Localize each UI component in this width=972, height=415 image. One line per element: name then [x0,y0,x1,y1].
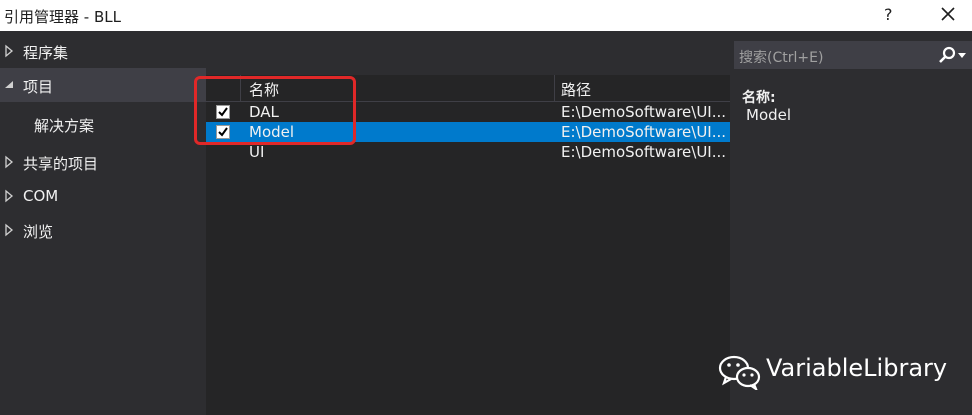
sidebar-item-label: 程序集 [23,44,69,62]
expand-arrow-icon [5,44,14,58]
reference-path: E:\DemoSoftware\UI... [561,103,727,121]
help-button[interactable]: ? [884,5,893,24]
title-bar: 引用管理器 - BLL ? [0,0,972,31]
watermark-text: VariableLibrary [766,354,948,382]
column-divider[interactable] [554,75,555,101]
search-input[interactable]: 搜索(Ctrl+E) [739,47,823,67]
search-icon[interactable] [937,45,957,65]
sidebar-item-com[interactable]: COM [0,179,206,213]
watermark: VariableLibrary [718,352,958,392]
sidebar-item-label: 浏览 [23,223,54,241]
sidebar-item-label: 解决方案 [34,117,95,135]
collapse-arrow-icon [5,81,13,88]
expand-arrow-icon [5,223,14,237]
expand-arrow-icon [5,155,14,169]
close-icon [941,7,955,21]
reference-name: UI [249,143,265,161]
sidebar: 程序集 项目 解决方案 共享的项目 COM 浏览 [0,31,206,415]
detail-name-value: Model [746,106,792,124]
sidebar-item-shared-projects[interactable]: 共享的项目 [0,145,206,179]
column-header-path[interactable]: 路径 [561,79,591,100]
sidebar-item-label: COM [23,187,59,205]
sidebar-item-label: 共享的项目 [23,155,99,173]
sidebar-item-browse[interactable]: 浏览 [0,213,206,247]
sidebar-item-solution[interactable]: 解决方案 [0,107,206,141]
close-button[interactable] [938,4,958,24]
reference-path: E:\DemoSoftware\UI... [561,143,727,161]
sidebar-item-assemblies[interactable]: 程序集 [0,34,206,68]
reference-path: E:\DemoSoftware\UI... [561,123,727,141]
search-box[interactable]: 搜索(Ctrl+E) [734,41,972,69]
highlight-annotation [194,76,356,145]
sidebar-item-projects[interactable]: 项目 [0,68,206,102]
chevron-down-icon[interactable] [958,53,966,59]
wechat-logo-icon [718,355,761,390]
window-title: 引用管理器 - BLL [4,8,121,26]
expand-arrow-icon [5,189,14,203]
detail-name-label: 名称: [742,90,776,106]
list-item[interactable]: UI E:\DemoSoftware\UI... [206,142,730,162]
sidebar-item-label: 项目 [23,78,54,96]
